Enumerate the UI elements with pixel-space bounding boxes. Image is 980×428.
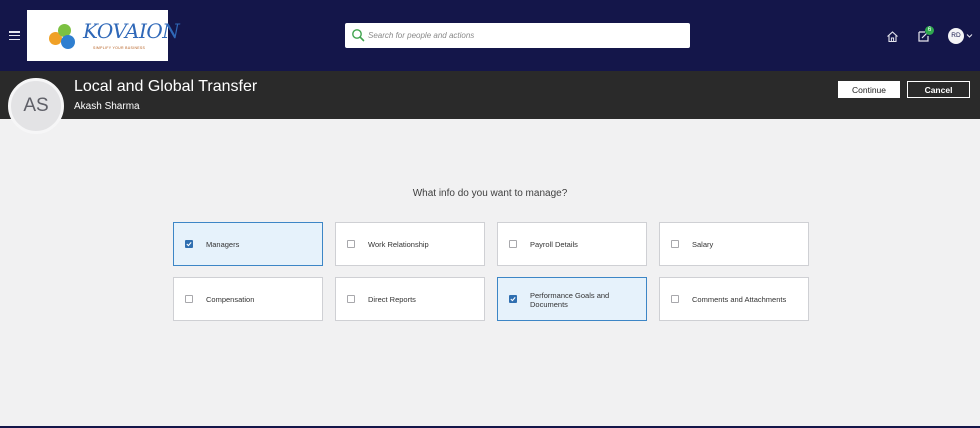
- checkbox[interactable]: [671, 295, 679, 303]
- page-header: Local and Global Transfer Akash Sharma: [0, 71, 980, 119]
- checkmark-icon: [510, 297, 516, 302]
- checkbox[interactable]: [671, 240, 679, 248]
- search-input[interactable]: [368, 23, 683, 48]
- option-tile-direct-reports[interactable]: Direct Reports: [335, 277, 485, 321]
- checkbox[interactable]: [185, 295, 193, 303]
- checkmark-icon: [186, 242, 192, 247]
- option-tile-compensation[interactable]: Compensation: [173, 277, 323, 321]
- home-icon[interactable]: [886, 30, 899, 43]
- option-tile-salary[interactable]: Salary: [659, 222, 809, 266]
- chevron-down-icon[interactable]: [966, 32, 973, 39]
- checkbox[interactable]: [509, 240, 517, 248]
- page-title: Local and Global Transfer: [74, 78, 258, 95]
- manage-question: What info do you want to manage?: [412, 188, 568, 199]
- option-label: Direct Reports: [368, 295, 416, 304]
- user-avatar[interactable]: RD: [948, 28, 964, 44]
- search-icon: [352, 29, 365, 42]
- option-tile-payroll-details[interactable]: Payroll Details: [497, 222, 647, 266]
- notifications-icon[interactable]: 6: [916, 26, 934, 44]
- hamburger-menu-icon[interactable]: [9, 31, 20, 41]
- checkbox[interactable]: [347, 240, 355, 248]
- cancel-button[interactable]: Cancel: [907, 81, 970, 98]
- top-navigation-bar: KOVAION SIMPLIFY YOUR BUSINESS 6 RD: [0, 0, 980, 71]
- checkbox[interactable]: [185, 240, 193, 248]
- notification-count-badge: 6: [925, 26, 934, 35]
- company-logo[interactable]: KOVAION SIMPLIFY YOUR BUSINESS: [27, 10, 180, 61]
- person-avatar: AS: [8, 78, 64, 134]
- option-label: Compensation: [206, 295, 255, 304]
- continue-button[interactable]: Continue: [838, 81, 900, 98]
- logo-text: KOVAION: [83, 19, 180, 43]
- option-tile-comments-attachments[interactable]: Comments and Attachments: [659, 277, 809, 321]
- search-bar: [345, 23, 690, 48]
- option-label: Performance Goals and Documents: [530, 291, 610, 309]
- option-label: Work Relationship: [368, 240, 429, 249]
- option-label: Payroll Details: [530, 240, 578, 249]
- checkbox[interactable]: [509, 295, 517, 303]
- option-tile-work-relationship[interactable]: Work Relationship: [335, 222, 485, 266]
- checkbox[interactable]: [347, 295, 355, 303]
- option-label: Managers: [206, 240, 240, 249]
- option-tile-managers[interactable]: Managers: [173, 222, 323, 266]
- person-name: Akash Sharma: [74, 101, 140, 112]
- option-label: Comments and Attachments: [692, 295, 787, 304]
- option-tile-performance-goals[interactable]: Performance Goals and Documents: [497, 277, 647, 321]
- option-label: Salary: [692, 240, 714, 249]
- logo-tagline: SIMPLIFY YOUR BUSINESS: [93, 46, 146, 50]
